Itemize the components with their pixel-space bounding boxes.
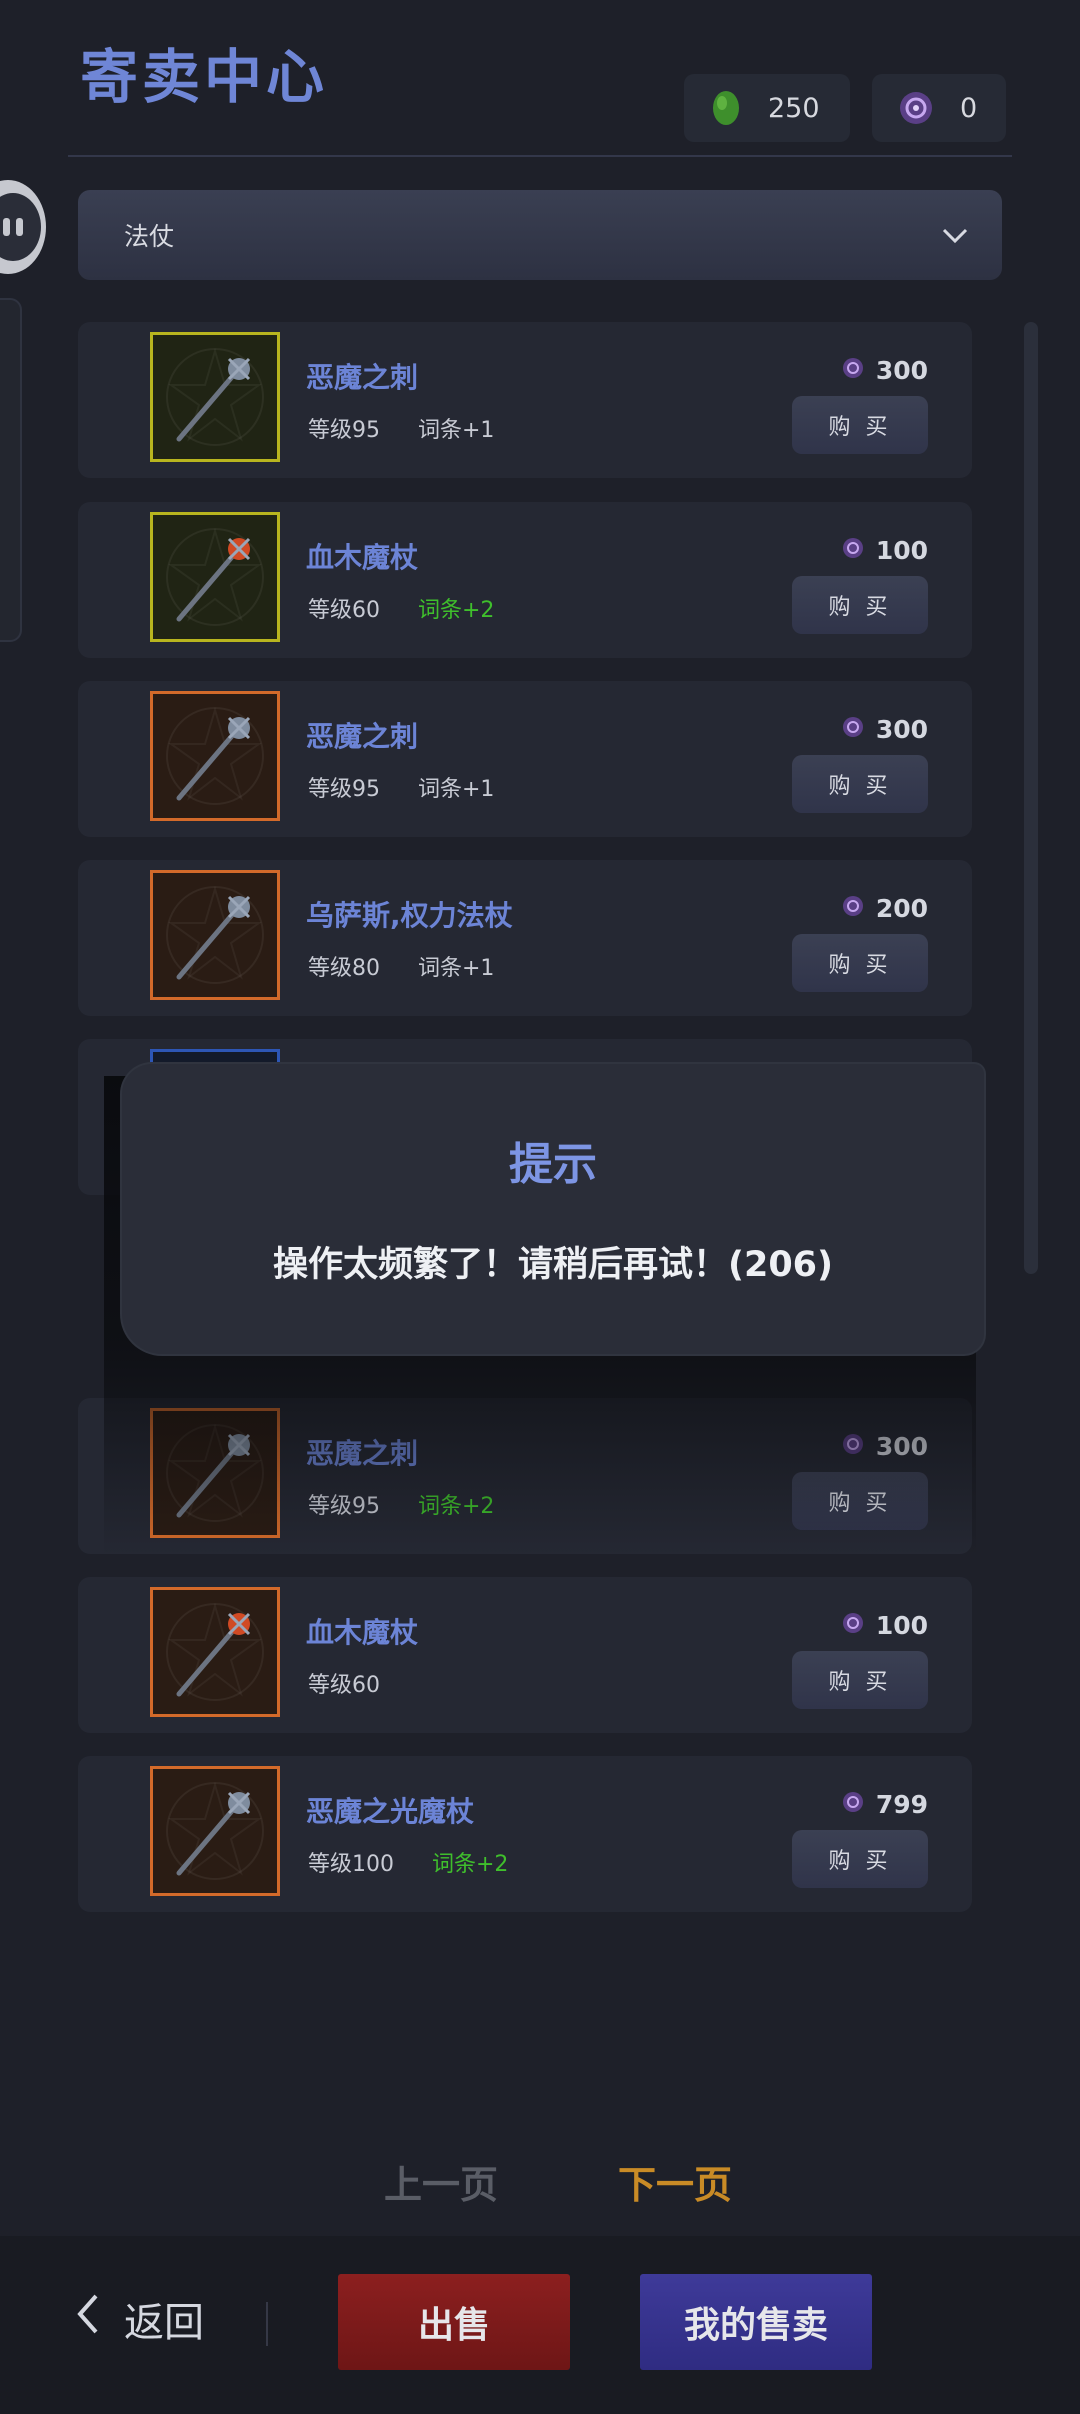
purple-orb-icon [842, 1611, 864, 1640]
currency-orb: 0 [872, 74, 1006, 142]
item-affix: 词条+1 [418, 777, 495, 802]
item-price: 799 [842, 1790, 928, 1819]
dialog-title: 提示 [509, 1139, 597, 1190]
sell-button[interactable]: 出售 [338, 2274, 570, 2370]
item-name: 乌萨斯,权力法杖 [306, 899, 513, 932]
dialog-message: 操作太频繁了！请稍后再试！(206) [272, 1245, 834, 1285]
item-price-value: 300 [875, 715, 928, 744]
item-price: 100 [842, 536, 928, 565]
buy-button[interactable]: 购 买 [792, 1651, 928, 1709]
item-meta: 等级95 词条+1 [308, 771, 494, 803]
chevron-down-icon [942, 221, 968, 250]
item-affix: 词条+2 [418, 598, 495, 623]
item-meta: 等级95 词条+1 [308, 412, 494, 444]
item-level: 等级95 [308, 418, 380, 443]
item-name: 恶魔之光魔杖 [306, 1795, 475, 1828]
item-affix: 词条+2 [432, 1852, 509, 1877]
purple-orb-icon [842, 1790, 864, 1819]
item-name: 恶魔之刺 [306, 720, 419, 753]
item-price-value: 200 [875, 894, 928, 923]
header-divider [68, 155, 1012, 157]
item-price-value: 100 [875, 536, 928, 565]
page-title: 寄卖中心 [80, 43, 329, 111]
currency-gem: 250 [684, 74, 850, 142]
item-row[interactable]: 恶魔之光魔杖 等级100 词条+2 799 购 买 [78, 1756, 972, 1912]
purple-orb-icon [842, 715, 864, 744]
back-label: 返回 [124, 2300, 204, 2346]
item-thumbnail[interactable] [150, 870, 280, 1000]
item-level: 等级100 [308, 1852, 394, 1877]
item-thumbnail[interactable] [150, 332, 280, 462]
list-scrollbar[interactable] [1024, 322, 1038, 1274]
item-thumbnail[interactable] [150, 1766, 280, 1896]
item-row[interactable]: 恶魔之刺 等级95 词条+1 300 购 买 [78, 322, 972, 478]
item-price-value: 100 [875, 1611, 928, 1640]
buy-button[interactable]: 购 买 [792, 576, 928, 634]
back-button[interactable]: 返回 [76, 2290, 204, 2348]
buy-button[interactable]: 购 买 [792, 934, 928, 992]
purple-orb-icon [842, 894, 864, 923]
category-filter-dropdown[interactable]: 法仗 [78, 190, 1002, 280]
my-sales-button[interactable]: 我的售卖 [640, 2274, 872, 2370]
item-row[interactable]: 乌萨斯,权力法杖 等级80 词条+1 200 购 买 [78, 860, 972, 1016]
orb-count: 0 [960, 92, 978, 124]
item-price: 300 [842, 715, 928, 744]
item-affix: 词条+1 [418, 418, 495, 443]
item-name: 血木魔杖 [306, 541, 419, 574]
item-name: 恶魔之刺 [306, 361, 419, 394]
item-row[interactable]: 恶魔之刺 等级95 词条+1 300 购 买 [78, 681, 972, 837]
bottom-divider [266, 2302, 268, 2346]
purple-orb-icon [842, 356, 864, 385]
item-meta: 等级80 词条+1 [308, 950, 494, 982]
purple-orb-icon [898, 90, 934, 126]
purple-orb-icon [842, 536, 864, 565]
filter-selected-value: 法仗 [124, 222, 175, 251]
item-level: 等级60 [308, 1673, 380, 1698]
toast-dialog: 提示 操作太频繁了！请稍后再试！(206) [122, 1064, 984, 1354]
buy-button[interactable]: 购 买 [792, 396, 928, 454]
item-price: 100 [842, 1611, 928, 1640]
item-meta: 等级100 词条+2 [308, 1846, 508, 1878]
prev-page-button[interactable]: 上一页 [384, 2154, 498, 2209]
chevron-left-icon [76, 2293, 100, 2345]
item-thumbnail[interactable] [150, 512, 280, 642]
item-price: 300 [842, 356, 928, 385]
item-row[interactable]: 血木魔杖 等级60 词条+2 100 购 买 [78, 502, 972, 658]
item-thumbnail[interactable] [150, 1587, 280, 1717]
item-thumbnail[interactable] [150, 691, 280, 821]
item-meta: 等级60 [308, 1667, 418, 1699]
item-meta: 等级60 词条+2 [308, 592, 494, 624]
gem-count: 250 [768, 92, 820, 124]
green-gem-icon [710, 89, 742, 127]
buy-button[interactable]: 购 买 [792, 755, 928, 813]
side-drawer-tab[interactable] [0, 298, 22, 642]
next-page-button[interactable]: 下一页 [618, 2154, 732, 2209]
item-affix: 词条+1 [418, 956, 495, 981]
item-level: 等级95 [308, 777, 380, 802]
item-name: 血木魔杖 [306, 1616, 419, 1649]
buy-button[interactable]: 购 买 [792, 1830, 928, 1888]
floating-assistant-button[interactable] [0, 180, 46, 274]
item-level: 等级80 [308, 956, 380, 981]
item-level: 等级60 [308, 598, 380, 623]
item-price: 200 [842, 894, 928, 923]
item-price-value: 799 [875, 1790, 928, 1819]
item-price-value: 300 [875, 356, 928, 385]
item-row[interactable]: 血木魔杖 等级60 100 购 买 [78, 1577, 972, 1733]
